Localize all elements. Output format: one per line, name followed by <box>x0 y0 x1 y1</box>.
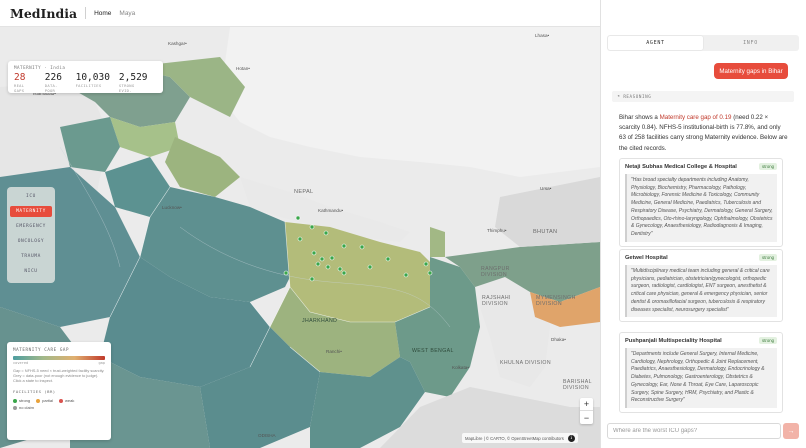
place-kashgar: Kashgar• <box>168 41 187 46</box>
stats-card: MATERNITY · India 28 REAL GAPS 226 DATA-… <box>8 61 163 93</box>
nav-home[interactable]: Home <box>94 10 111 17</box>
zoom-out-button[interactable]: − <box>580 411 593 424</box>
reasoning-toggle[interactable]: ◂ REASONING <box>612 91 794 102</box>
place-lhasa: Lhasa• <box>535 33 550 38</box>
legend-item-weak: weak <box>59 398 74 403</box>
legend-item-partial: partial <box>36 398 53 403</box>
evidence-badge: strong <box>759 337 777 344</box>
facility-name: Pushpanjali Multispeciality Hospital <box>625 337 722 344</box>
facility-name: Netaji Subhas Medical College & Hospital <box>625 163 737 170</box>
tab-agent[interactable]: AGENT <box>608 36 703 50</box>
tab-info[interactable]: INFO <box>703 36 798 50</box>
evidence-badge: strong <box>759 254 777 261</box>
info-icon[interactable]: i <box>567 434 575 442</box>
chat-input[interactable] <box>607 423 781 439</box>
place-lucknow: Lucknow• <box>162 205 182 210</box>
place-dhaka-north: Ursa• <box>540 186 552 191</box>
map-legend: MATERNITY CARE GAP covered gap Gap = NFH… <box>7 342 111 440</box>
stat-data-poor: 226 DATA-POOR <box>44 72 62 93</box>
panel-tabs: AGENT INFO <box>607 35 799 51</box>
category-trauma[interactable]: TRAUMA <box>10 251 52 262</box>
facility-quote: "Multidisciplinary medical team includin… <box>625 265 777 318</box>
place-kolkata: Kolkata• <box>452 365 469 370</box>
category-selector: ICU MATERNITY EMERGENCY ONCOLOGY TRAUMA … <box>7 187 55 283</box>
legend-item-strong: strong <box>13 398 30 403</box>
stats-title: MATERNITY · India <box>14 65 66 70</box>
facility-quote: "Departments include General Surgery, In… <box>625 348 777 408</box>
choropleth-map[interactable]: Kashgar• Hotan• Lhasa• Islamabad• NEPAL … <box>0 27 600 448</box>
zoom-control: + − <box>580 398 593 424</box>
header-divider <box>85 7 87 19</box>
user-message: Maternity gaps in Bihar <box>714 63 788 79</box>
stat-real-gaps: 28 REAL GAPS <box>14 72 26 93</box>
category-maternity[interactable]: MATERNITY <box>10 206 52 217</box>
top-header: MedIndia Home Maya <box>0 0 600 27</box>
place-ranchi: Ranchi• <box>326 349 342 354</box>
place-barishal: BARISHAL DIVISION <box>563 379 592 391</box>
legend-title: MATERNITY CARE GAP <box>13 347 70 352</box>
place-odisha: ODISHA <box>258 433 276 438</box>
stat-facilities: 10,030 FACILITIES <box>75 72 110 88</box>
arrow-right-icon: → <box>787 427 795 435</box>
place-jharkhand: JHARKHAND <box>302 318 338 324</box>
place-hotan: Hotan• <box>236 66 250 71</box>
place-dhaka: Dhaka• <box>551 337 566 342</box>
place-nepal: NEPAL <box>294 189 314 195</box>
agent-answer: Bihar shows a Maternity care gap of 0.19… <box>619 114 788 152</box>
place-rajshahi: RAJSHAHI DIVISION <box>482 295 511 307</box>
facility-quote: "Has broad specialty departments includi… <box>625 174 777 242</box>
zoom-in-button[interactable]: + <box>580 398 593 411</box>
chevron-left-icon: ◂ <box>617 94 621 99</box>
legend-item-no-claim: no claim <box>13 405 34 410</box>
evidence-badge: strong <box>759 163 777 170</box>
nav-maya[interactable]: Maya <box>119 10 135 17</box>
place-bhutan: BHUTAN <box>533 229 558 235</box>
place-khulna: KHULNA DIVISION <box>500 360 551 366</box>
facility-name: Getwel Hospital <box>625 254 668 261</box>
legend-gradient <box>13 356 105 360</box>
place-rangpur: RANGPUR DIVISION <box>481 266 510 278</box>
place-mymensingh: MYMENSINGH DIVISION <box>536 295 576 307</box>
send-button[interactable]: → <box>783 423 799 439</box>
place-west-bengal: WEST BENGAL <box>412 348 454 354</box>
place-thimphu: Thimphu• <box>487 228 507 233</box>
category-oncology[interactable]: ONCOLOGY <box>10 236 52 247</box>
brand-logo[interactable]: MedIndia <box>10 6 77 21</box>
facility-card[interactable]: Getwel Hospital strong "Multidisciplinar… <box>619 249 783 323</box>
category-icu[interactable]: ICU <box>10 191 52 202</box>
category-emergency[interactable]: EMERGENCY <box>10 221 52 232</box>
facility-card[interactable]: Netaji Subhas Medical College & Hospital… <box>619 158 783 247</box>
category-nicu[interactable]: NICU <box>10 266 52 277</box>
legend-facilities-title: FACILITIES (BR) <box>13 389 56 394</box>
answer-highlight: Maternity care gap of 0.19 <box>659 114 732 121</box>
place-kathmandu: Kathmandu• <box>318 208 344 213</box>
map-attribution: MapLibre | © CARTO, © OpenStreetMap cont… <box>462 433 578 443</box>
legend-description: Gap = NFHS-5 need × trust-weighted facil… <box>13 368 105 383</box>
stat-strong-evidence: 2,529 STRONG EVID. <box>118 72 148 93</box>
legend-high: gap <box>98 361 106 365</box>
facility-card[interactable]: Pushpanjali Multispeciality Hospital str… <box>619 332 783 413</box>
legend-low: covered <box>13 361 29 365</box>
